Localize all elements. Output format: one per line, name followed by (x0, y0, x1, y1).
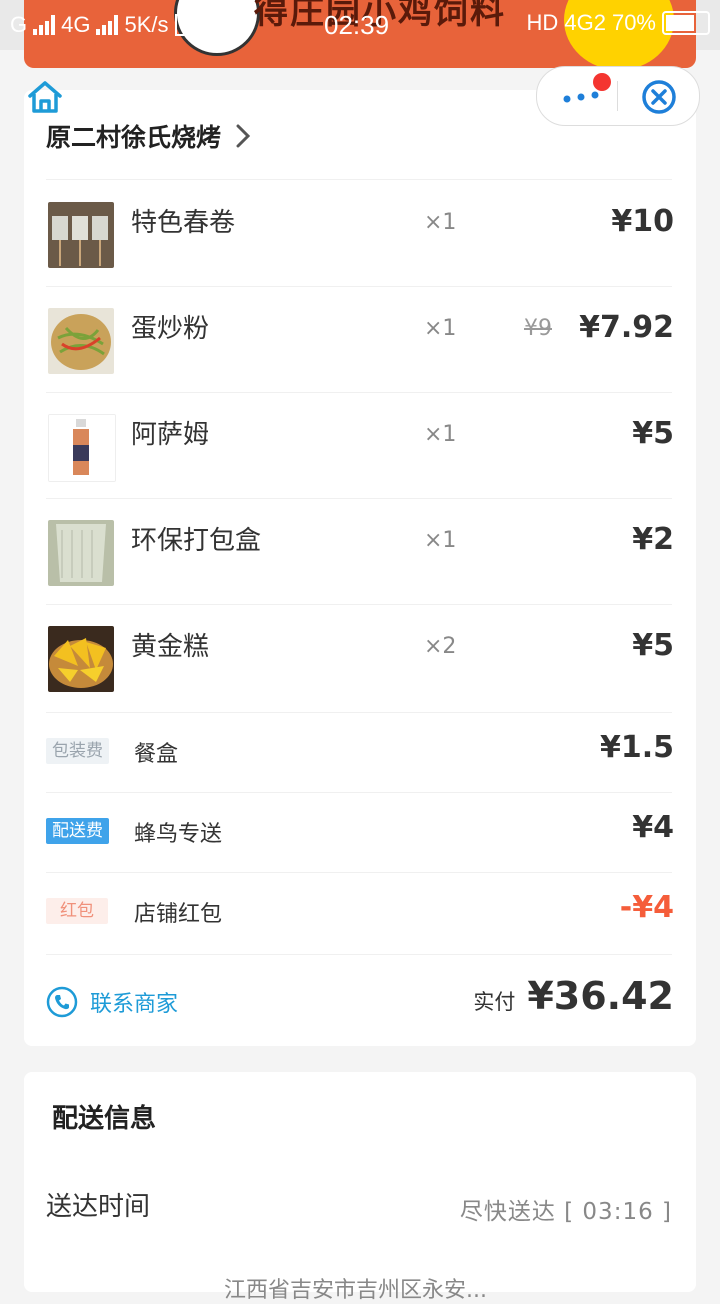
divider (46, 954, 672, 955)
battery-percent: 70% (611, 10, 656, 35)
fee-price: ¥4 (632, 810, 674, 845)
item-qty: ×1 (424, 528, 457, 553)
close-icon[interactable] (641, 79, 677, 115)
item-qty: ×1 (424, 210, 457, 235)
item-price: ¥5 (632, 628, 674, 663)
order-item: 环保打包盒 ×1 ¥2 (24, 498, 696, 604)
order-card: 原二村徐氏烧烤 特色春卷 ×1 ¥10 蛋炒粉 ×1 ¥9 ¥7.92 阿萨姆 … (24, 90, 696, 1046)
delivery-time-value: 尽快送达 [ 03:16 ] (459, 1199, 672, 1225)
signal-icon (33, 15, 56, 35)
item-price: ¥10 (611, 204, 674, 239)
contact-merchant-button[interactable]: 联系商家 (46, 986, 178, 1018)
item-thumbnail (48, 202, 114, 268)
net-speed: 5K/s (124, 12, 169, 37)
total-value: ¥36.42 (527, 974, 674, 1018)
fee-label: 餐盒 (134, 742, 179, 767)
status-bar: G 4G 5K/s S ♫ 02:39 HD 4G2 70% (0, 0, 720, 50)
fee-label: 蜂鸟专送 (134, 822, 223, 847)
item-price: ¥5 (632, 416, 674, 451)
total-label: 实付 (473, 990, 516, 1014)
delivery-address-partial: 江西省吉安市吉州区永安... (224, 1278, 487, 1303)
order-item: 黄金糕 ×2 ¥5 (24, 604, 696, 710)
item-name: 黄金糕 (131, 632, 210, 662)
order-item: 蛋炒粉 ×1 ¥9 ¥7.92 (24, 286, 696, 392)
item-price: ¥2 (632, 522, 674, 557)
item-original-price: ¥9 (524, 316, 552, 341)
item-name: 阿萨姆 (131, 420, 210, 450)
signal-icon-2 (96, 15, 119, 35)
item-qty: ×1 (424, 316, 457, 341)
phone-icon (46, 986, 78, 1018)
carrier-label: G (10, 12, 28, 37)
network-label: 4G (61, 12, 91, 37)
chevron-right-icon (236, 124, 251, 148)
fee-price: ¥1.5 (599, 730, 674, 765)
item-name: 蛋炒粉 (131, 314, 210, 344)
battery-icon (662, 11, 710, 35)
fee-row-redpacket: 红包 店铺红包 -¥4 (24, 872, 696, 952)
contact-merchant-label: 联系商家 (90, 992, 179, 1017)
total-row: 实付 ¥36.42 (473, 974, 674, 1018)
banner-pager-dots (354, 55, 390, 68)
order-item: 阿萨姆 ×1 ¥5 (24, 392, 696, 498)
fee-tag: 包装费 (46, 738, 109, 764)
item-thumbnail (48, 626, 114, 692)
item-qty: ×1 (424, 422, 457, 447)
shop-name-link[interactable]: 原二村徐氏烧烤 (46, 118, 251, 154)
fee-row-packaging: 包装费 餐盒 ¥1.5 (24, 712, 696, 792)
item-thumbnail (48, 414, 116, 482)
fee-tag: 红包 (46, 898, 108, 924)
item-name: 环保打包盒 (131, 526, 262, 556)
order-item: 特色春卷 ×1 ¥10 (24, 180, 696, 286)
item-thumbnail (48, 520, 114, 586)
fee-row-delivery: 配送费 蜂鸟专送 ¥4 (24, 792, 696, 872)
notification-dot (593, 73, 611, 91)
fee-tag: 配送费 (46, 818, 109, 844)
item-name: 特色春卷 (131, 208, 236, 238)
clock: 02:39 (324, 10, 390, 40)
network-right-label: HD 4G2 (526, 10, 606, 35)
music-icon: ♫ (204, 14, 229, 36)
delivery-time-label: 送达时间 (46, 1192, 151, 1222)
discount-price: -¥4 (619, 890, 674, 925)
item-thumbnail (48, 308, 114, 374)
home-icon[interactable] (26, 78, 64, 116)
item-qty: ×2 (424, 634, 457, 659)
delivery-title: 配送信息 (52, 1104, 157, 1134)
capsule-divider (617, 81, 618, 111)
delivery-card: 配送信息 送达时间 尽快送达 [ 03:16 ] 江西省吉安市吉州区永安... (24, 1072, 696, 1303)
fee-label: 店铺红包 (134, 902, 223, 927)
capsule-menu (536, 66, 700, 126)
shop-name: 原二村徐氏烧烤 (46, 123, 222, 152)
item-price: ¥7.92 (579, 310, 674, 345)
s-app-icon: S (174, 14, 199, 36)
